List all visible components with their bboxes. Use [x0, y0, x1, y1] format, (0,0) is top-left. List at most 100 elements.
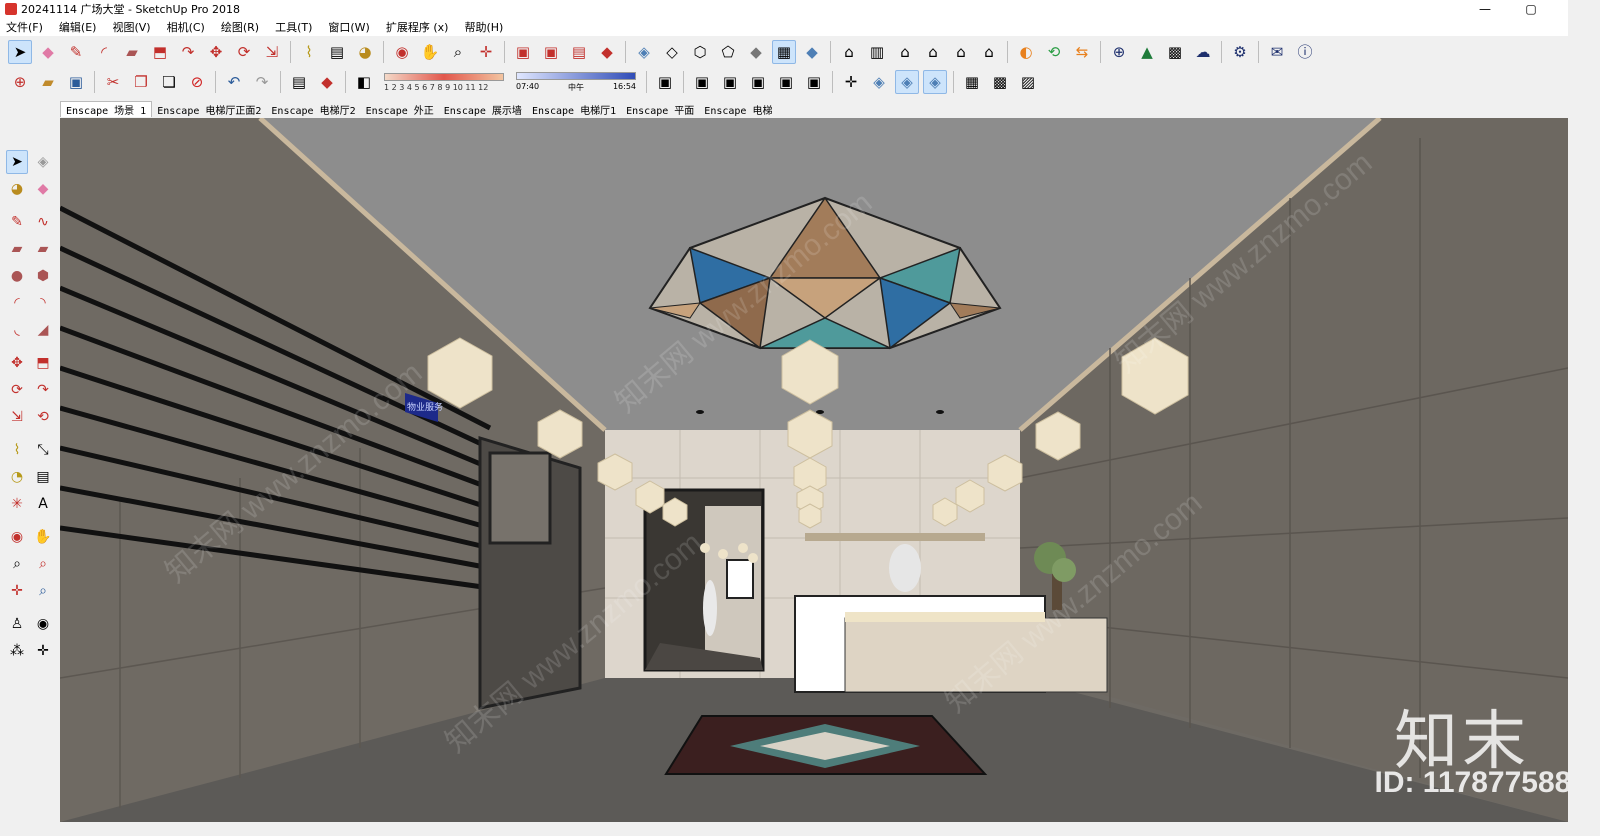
top-view-icon[interactable]: ▥ — [865, 40, 889, 64]
axes-icon[interactable]: ✛ — [839, 70, 863, 94]
paint-bucket-icon[interactable]: ◕ — [353, 40, 377, 64]
iso-view-icon[interactable]: ⌂ — [837, 40, 861, 64]
new-file-icon[interactable]: ⊕ — [8, 70, 32, 94]
text-label-icon[interactable]: ▤ — [325, 40, 349, 64]
tape-measure-icon[interactable]: ⌇ — [297, 40, 321, 64]
eraser-icon[interactable]: ◆ — [36, 40, 60, 64]
minimize-button[interactable]: — — [1462, 0, 1508, 18]
copy-icon[interactable]: ❐ — [129, 70, 153, 94]
feedback-mail-icon[interactable]: ✉ — [1265, 40, 1289, 64]
scene-tab-6[interactable]: Enscape 电梯厅1 — [527, 102, 621, 117]
outliner-icon[interactable]: ▣ — [746, 70, 770, 94]
cut-scissors-icon[interactable]: ✂ — [101, 70, 125, 94]
right-scrollbar[interactable] — [1568, 0, 1600, 836]
enscape-sync-icon[interactable]: ⟲ — [1042, 40, 1066, 64]
scene-tab-4[interactable]: Enscape 外正 — [361, 102, 439, 117]
group-icon[interactable]: ▣ — [718, 70, 742, 94]
section-plane-icon[interactable]: ▣ — [653, 70, 677, 94]
plugin-model-icon[interactable]: ▨ — [1016, 70, 1040, 94]
eraser-icon[interactable]: ◆ — [32, 177, 54, 201]
section-cut-icon[interactable]: ◈ — [867, 70, 891, 94]
shaded-style-icon[interactable]: ◆ — [744, 40, 768, 64]
plugin-grid-icon[interactable]: ▦ — [960, 70, 984, 94]
scene-tab-5[interactable]: Enscape 展示墙 — [439, 102, 527, 117]
save-disk-icon[interactable]: ▣ — [64, 70, 88, 94]
zoom-icon[interactable]: ⌕ — [446, 40, 470, 64]
pan-hand-icon[interactable]: ✋ — [418, 40, 442, 64]
orbit-icon[interactable]: ◉ — [6, 525, 28, 549]
menu-window[interactable]: 窗口(W) — [328, 19, 369, 35]
make-component-icon[interactable]: ◈ — [32, 150, 54, 174]
tree-asset-icon[interactable]: ▲ — [1135, 40, 1159, 64]
undo-icon[interactable]: ↶ — [222, 70, 246, 94]
menu-extensions[interactable]: 扩展程序 (x) — [386, 19, 449, 35]
scene-tab-1[interactable]: Enscape 场景 1 — [60, 101, 153, 117]
share-model-icon[interactable]: ▣ — [539, 40, 563, 64]
zoom-icon[interactable]: ⌕ — [6, 552, 28, 576]
scale-icon[interactable]: ⇲ — [260, 40, 284, 64]
offset-icon[interactable]: ⟲ — [32, 405, 54, 429]
layout-send-icon[interactable]: ▤ — [567, 40, 591, 64]
move-icon[interactable]: ✥ — [6, 351, 28, 375]
extension-warehouse-icon[interactable]: ◆ — [595, 40, 619, 64]
rotate-icon[interactable]: ⟳ — [232, 40, 256, 64]
follow-me-icon[interactable]: ↷ — [32, 378, 54, 402]
orbit-icon[interactable]: ◉ — [390, 40, 414, 64]
enscape-views-icon[interactable]: ⇆ — [1070, 40, 1094, 64]
shadow-date-bar[interactable] — [384, 72, 504, 81]
zoom-extents-icon[interactable]: ✛ — [474, 40, 498, 64]
paint-bucket-icon[interactable]: ◕ — [6, 177, 28, 201]
pencil-line-icon[interactable]: ✎ — [64, 40, 88, 64]
warehouse-icon[interactable]: ▣ — [511, 40, 535, 64]
zoom-extents-icon[interactable]: ✛ — [6, 579, 28, 603]
info-icon[interactable]: ⓘ — [1293, 40, 1317, 64]
add-circle-icon[interactable]: ⊕ — [1107, 40, 1131, 64]
section-plane-icon[interactable]: ✛ — [32, 639, 54, 663]
protractor-icon[interactable]: ◔ — [6, 465, 28, 489]
select-arrow-icon[interactable]: ➤ — [6, 150, 29, 174]
delete-icon[interactable]: ⊘ — [185, 70, 209, 94]
cloud-upload-icon[interactable]: ☁ — [1191, 40, 1215, 64]
settings-gear-icon[interactable]: ⚙ — [1228, 40, 1252, 64]
left-view-icon[interactable]: ⌂ — [977, 40, 1001, 64]
shadow-date-slider[interactable]: 1 2 3 4 5 6 7 8 9 10 11 12 — [384, 72, 504, 92]
polygon-icon[interactable]: ⬢ — [32, 264, 54, 288]
shadow-time-slider[interactable]: 07:40 中午 16:54 — [516, 71, 636, 93]
rectangle-icon[interactable]: ▰ — [6, 237, 28, 261]
open-folder-icon[interactable]: ▰ — [36, 70, 60, 94]
scene-tab-7[interactable]: Enscape 平面 — [621, 102, 699, 117]
shadow-time-bar[interactable] — [516, 71, 636, 80]
section-fill-icon[interactable]: ◈ — [895, 70, 919, 94]
line-icon[interactable]: ✎ — [6, 210, 28, 234]
push-pull-icon[interactable]: ⬒ — [32, 351, 54, 375]
right-view-icon[interactable]: ⌂ — [921, 40, 945, 64]
select-arrow-icon[interactable]: ➤ — [8, 40, 32, 64]
push-pull-icon[interactable]: ⬒ — [148, 40, 172, 64]
material-checker-icon[interactable]: ▩ — [1163, 40, 1187, 64]
circle-icon[interactable]: ● — [6, 264, 28, 288]
menu-view[interactable]: 视图(V) — [112, 19, 150, 35]
wireframe-style-icon[interactable]: ⬡ — [688, 40, 712, 64]
position-camera-icon[interactable]: ♙ — [6, 612, 28, 636]
rotate-icon[interactable]: ⟳ — [6, 378, 28, 402]
menu-camera[interactable]: 相机(C) — [167, 19, 205, 35]
hidden-line-style-icon[interactable]: ⬠ — [716, 40, 740, 64]
model-info-icon[interactable]: ◆ — [315, 70, 339, 94]
component-icon[interactable]: ▣ — [690, 70, 714, 94]
enscape-logo-icon[interactable]: ◐ — [1014, 40, 1038, 64]
back-view-icon[interactable]: ⌂ — [949, 40, 973, 64]
plugin-loop-icon[interactable]: ▩ — [988, 70, 1012, 94]
paste-icon[interactable]: ❏ — [157, 70, 181, 94]
3d-text-icon[interactable]: A — [32, 492, 54, 516]
text-label-icon[interactable]: ▤ — [32, 465, 54, 489]
menu-tools[interactable]: 工具(T) — [275, 19, 312, 35]
scale-icon[interactable]: ⇲ — [6, 405, 28, 429]
front-view-icon[interactable]: ⌂ — [893, 40, 917, 64]
zoom-window-icon[interactable]: ⌕ — [32, 552, 54, 576]
move-icon[interactable]: ✥ — [204, 40, 228, 64]
freehand-icon[interactable]: ∿ — [32, 210, 54, 234]
scene-tab-2[interactable]: Enscape 电梯厅正面2 — [152, 102, 266, 117]
pan-hand-icon[interactable]: ✋ — [32, 525, 54, 549]
previous-view-icon[interactable]: ⌕ — [32, 579, 54, 603]
layers-icon[interactable]: ▣ — [774, 70, 798, 94]
